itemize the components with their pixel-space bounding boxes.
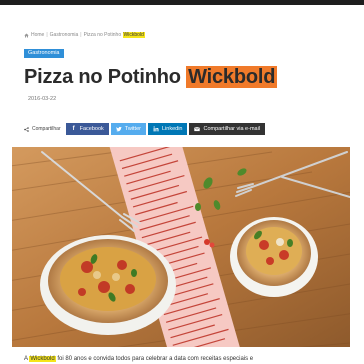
linkedin-icon: [153, 126, 159, 132]
hero-image: [12, 147, 350, 347]
breadcrumb-separator: |: [46, 32, 48, 38]
share-bar: Compartilhar f Facebook Twitter Linkedin…: [24, 123, 267, 135]
breadcrumb-current: Pizza no Potinho Wickbold: [84, 32, 145, 38]
article-body-first-line: A Wickbold foi 80 anos e convida todos p…: [24, 356, 253, 362]
twitter-icon: [115, 126, 122, 132]
article-body-text: A: [24, 356, 28, 362]
facebook-share-button[interactable]: f Facebook: [65, 123, 109, 135]
page-title-text: Pizza no Potinho: [24, 66, 181, 88]
category-tag[interactable]: Gastronomia: [24, 49, 64, 58]
share-label: Compartilhar: [24, 126, 61, 132]
article-body-rest: foi 80 anos e convida todos para celebra…: [57, 356, 254, 362]
email-share-button[interactable]: Compartilhar via e-mail: [189, 123, 266, 135]
linkedin-share-label: Linkedin: [161, 126, 183, 132]
page-title-highlight: Wickbold: [186, 66, 278, 88]
breadcrumb-section[interactable]: Gastronomia: [50, 32, 79, 38]
top-bar: [0, 0, 364, 5]
twitter-share-label: Twitter: [124, 126, 141, 132]
breadcrumb: Home | Gastronomia | Pizza no Potinho Wi…: [24, 32, 145, 38]
breadcrumb-home[interactable]: Home: [31, 32, 44, 38]
facebook-share-label: Facebook: [79, 126, 104, 132]
hero-photo: [12, 147, 350, 347]
facebook-icon: f: [72, 126, 75, 132]
article-body-highlight: Wickbold: [29, 356, 56, 362]
breadcrumb-current-text: Pizza no Potinho: [83, 32, 122, 38]
twitter-share-button[interactable]: Twitter: [110, 123, 146, 135]
breadcrumb-current-highlight: Wickbold: [122, 32, 145, 38]
share-icon: [24, 126, 29, 132]
home-icon[interactable]: [24, 33, 29, 38]
email-share-label: Compartilhar via e-mail: [203, 126, 261, 132]
breadcrumb-separator: |: [80, 32, 82, 38]
page-title: Pizza no Potinho Wickbold: [24, 64, 278, 90]
email-icon: [194, 126, 201, 132]
linkedin-share-button[interactable]: Linkedin: [147, 123, 188, 135]
publish-date: 2016-03-22: [28, 96, 57, 102]
share-label-text: Compartilhar: [32, 126, 61, 132]
